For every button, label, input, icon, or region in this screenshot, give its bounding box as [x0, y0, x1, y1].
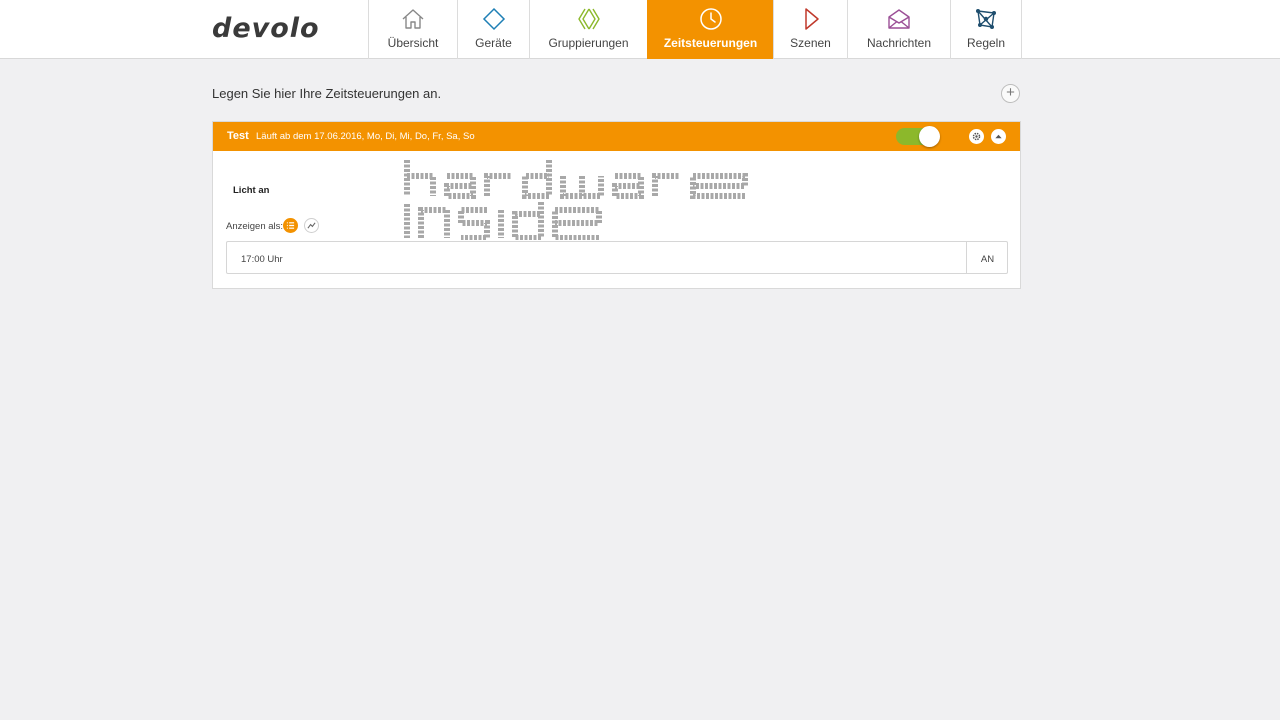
nav-label: Szenen: [790, 36, 831, 50]
play-triangle-icon: [804, 8, 819, 30]
top-navigation-bar: devolo Übersicht Geräte Gruppierungen Ze…: [0, 0, 1280, 59]
schedule-action-label: Licht an: [233, 185, 270, 196]
nav-item-szenen[interactable]: Szenen: [773, 0, 847, 59]
view-chart-button[interactable]: [304, 218, 319, 233]
rules-network-icon: [976, 9, 996, 29]
nav-item-regeln[interactable]: Regeln: [950, 0, 1022, 59]
schedule-card-header[interactable]: Test Läuft ab dem 17.06.2016, Mo, Di, Mi…: [213, 122, 1020, 151]
entry-time: 17:00 Uhr: [241, 254, 283, 265]
clock-icon: [699, 8, 722, 30]
schedule-enable-toggle[interactable]: [896, 126, 940, 147]
collapse-button[interactable]: [991, 129, 1006, 144]
nav-label: Zeitsteuerungen: [663, 36, 758, 50]
entry-state[interactable]: AN: [967, 254, 1008, 265]
nav-item-uebersicht[interactable]: Übersicht: [368, 0, 457, 59]
main-nav: Übersicht Geräte Gruppierungen Zeitsteue…: [368, 0, 1022, 59]
schedule-card: Test Läuft ab dem 17.06.2016, Mo, Di, Mi…: [212, 121, 1021, 289]
envelope-icon: [888, 9, 910, 29]
nav-item-zeitsteuerungen[interactable]: Zeitsteuerungen: [647, 0, 773, 59]
schedule-subtitle: Läuft ab dem 17.06.2016, Mo, Di, Mi, Do,…: [256, 131, 475, 142]
view-list-button[interactable]: [283, 218, 298, 233]
nav-label: Regeln: [966, 36, 1006, 50]
nav-item-nachrichten[interactable]: Nachrichten: [847, 0, 950, 59]
add-schedule-button[interactable]: +: [1001, 84, 1020, 103]
schedule-title: Test: [227, 130, 249, 142]
nav-item-geraete[interactable]: Geräte: [457, 0, 529, 59]
hardware-inside-watermark: [404, 160, 748, 240]
page-intro-text: Legen Sie hier Ihre Zeitsteuerungen an.: [212, 86, 442, 101]
view-as-label: Anzeigen als:: [226, 221, 284, 232]
nav-label: Gruppierungen: [548, 36, 629, 50]
devolo-logo[interactable]: devolo: [212, 13, 320, 44]
list-icon: [286, 222, 295, 229]
nav-label: Übersicht: [387, 36, 439, 50]
nav-item-gruppierungen[interactable]: Gruppierungen: [529, 0, 647, 59]
settings-button[interactable]: [969, 129, 984, 144]
nav-label: Geräte: [475, 36, 512, 50]
nav-label: Nachrichten: [866, 36, 932, 50]
schedule-entry-row[interactable]: 17:00 Uhr AN: [226, 241, 1008, 274]
gear-icon: [972, 132, 981, 141]
chevron-up-icon: [995, 134, 1002, 139]
device-diamond-icon: [482, 7, 505, 31]
toggle-knob: [919, 126, 940, 147]
line-chart-icon: [307, 222, 316, 229]
group-chevrons-icon: [577, 8, 600, 30]
home-icon: [402, 9, 424, 29]
